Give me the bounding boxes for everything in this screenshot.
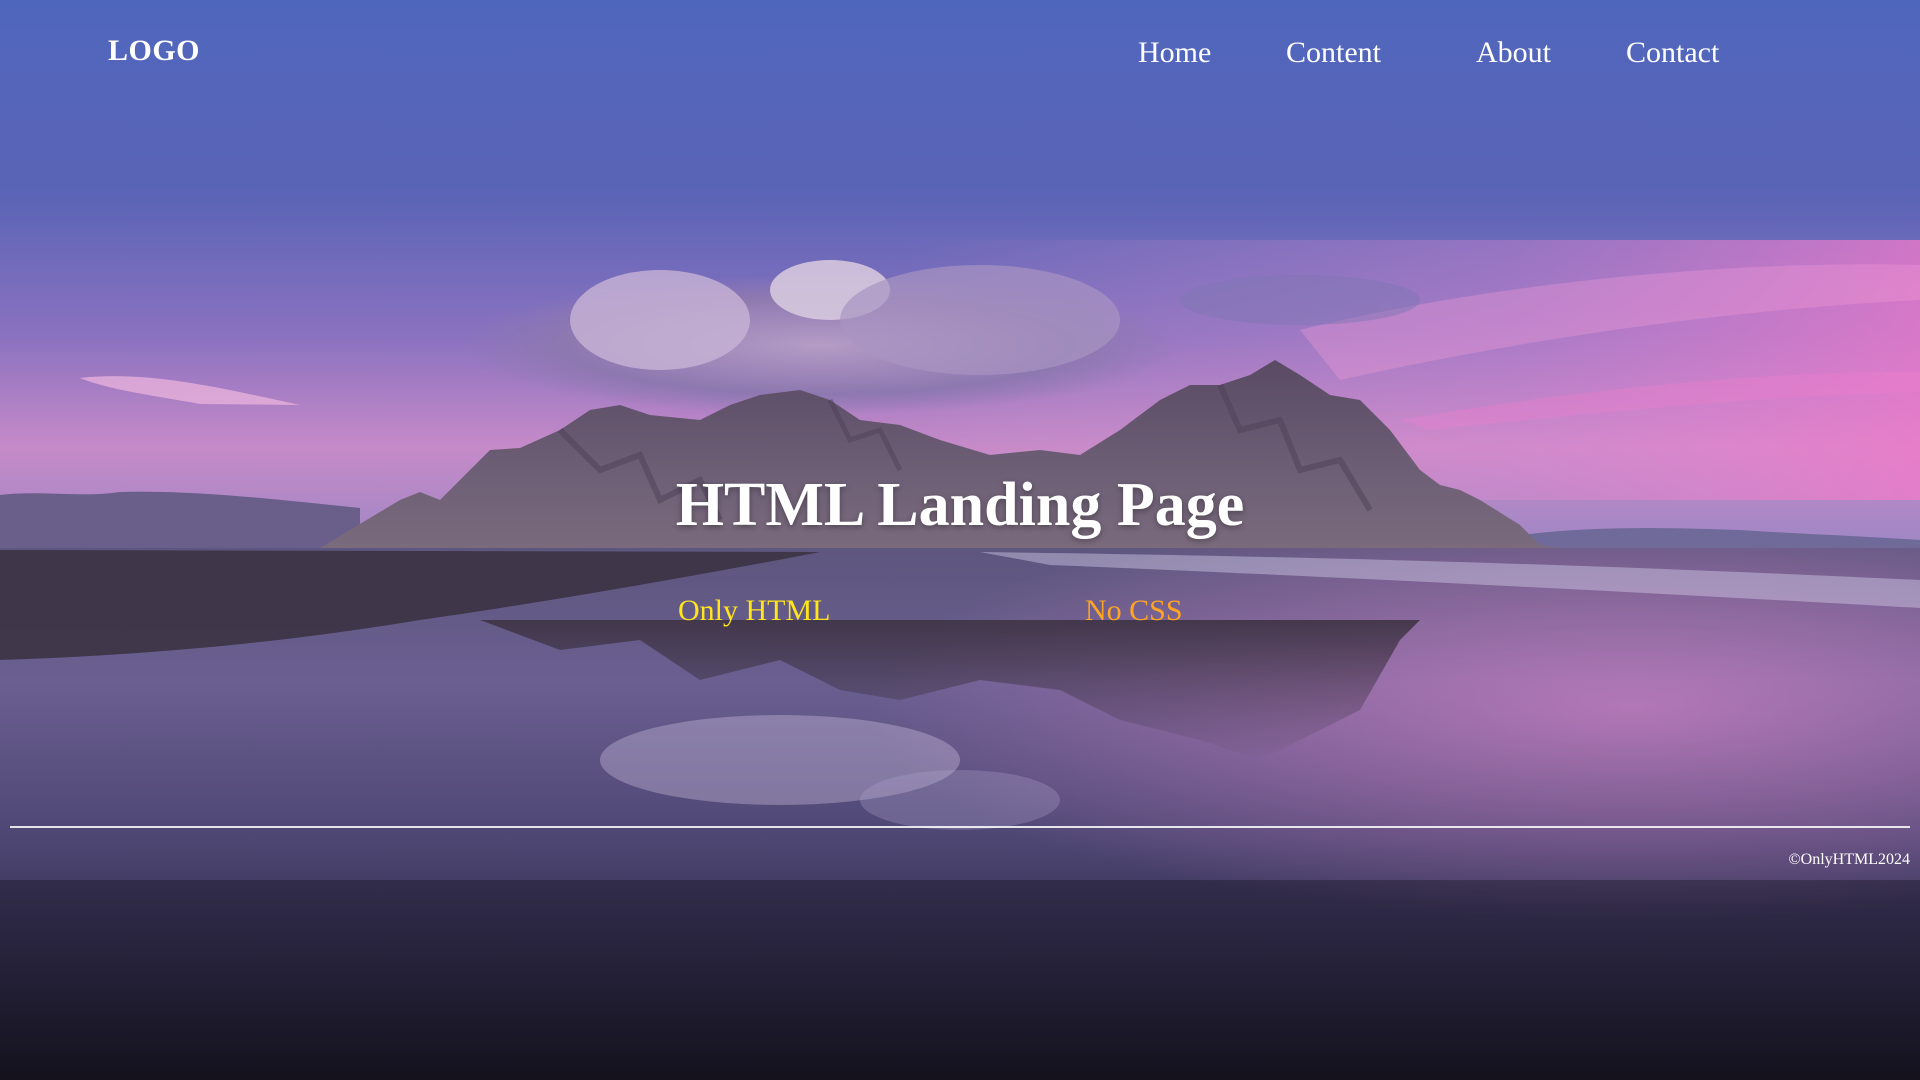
copyright-text: ©OnlyHTML2024: [1788, 851, 1910, 868]
hero-title: HTML Landing Page: [675, 471, 1245, 539]
footer-divider: [10, 826, 1910, 828]
main-nav: Home Content About Contact: [0, 36, 1920, 76]
tag-no-css: No CSS: [1085, 594, 1183, 627]
nav-link-home[interactable]: Home: [1138, 36, 1211, 70]
nav-link-about[interactable]: About: [1476, 36, 1551, 70]
nav-link-contact[interactable]: Contact: [1626, 36, 1719, 70]
tag-only-html: Only HTML: [678, 594, 831, 627]
nav-link-content[interactable]: Content: [1286, 36, 1381, 70]
